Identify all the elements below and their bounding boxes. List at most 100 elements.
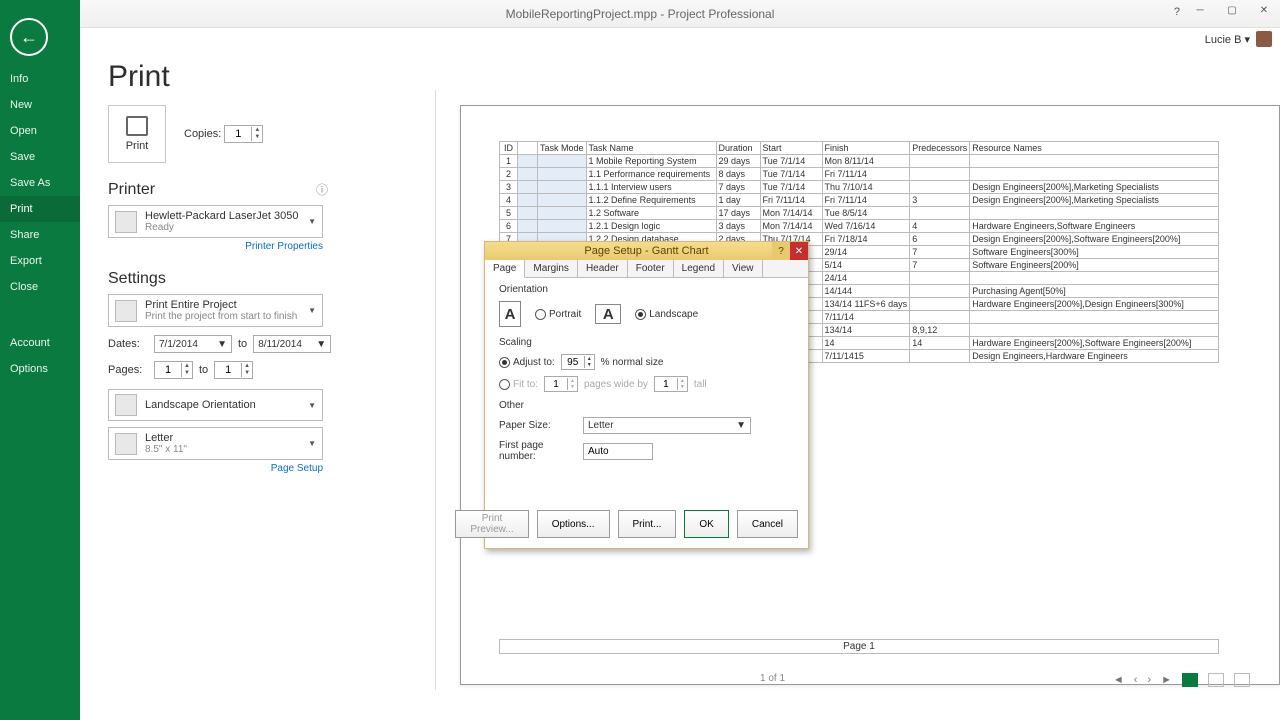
close-button[interactable]: ✕ — [1248, 0, 1280, 20]
page-count: 1 of 1 — [760, 673, 785, 684]
scope-sub: Print the project from start to finish — [145, 311, 300, 322]
next-page-icon[interactable]: › — [1147, 674, 1151, 686]
orientation-dropdown[interactable]: Landscape Orientation ▼ — [108, 389, 323, 421]
dialog-title: Page Setup - Gantt Chart — [584, 245, 708, 257]
chevron-down-icon: ▼ — [308, 306, 316, 315]
sidebar-item-close[interactable]: Close — [0, 274, 80, 300]
adjust-value-spinner[interactable]: ▲▼ — [561, 354, 595, 370]
maximize-button[interactable]: ▢ — [1216, 0, 1248, 20]
date-to[interactable]: 8/11/2014▼ — [253, 335, 331, 353]
sidebar-item-options[interactable]: Options — [0, 356, 80, 382]
print-button[interactable]: Print — [108, 105, 166, 163]
scaling-heading: Scaling — [499, 337, 794, 348]
sidebar-item-new[interactable]: New — [0, 92, 80, 118]
page-setup-dialog: Page Setup - Gantt Chart ? ✕ Page Margin… — [484, 241, 809, 549]
printer-dropdown[interactable]: Hewlett-Packard LaserJet 3050 Ready ▼ — [108, 205, 323, 238]
first-page-input[interactable] — [583, 443, 653, 460]
dates-row: Dates: 7/1/2014▼ to 8/11/2014▼ — [108, 335, 408, 353]
last-page-icon[interactable]: ► — [1161, 674, 1172, 686]
chevron-down-icon: ▼ — [308, 439, 316, 448]
help-icon[interactable]: ? — [1174, 6, 1180, 18]
cancel-button[interactable]: Cancel — [737, 510, 798, 538]
fit-wide-spinner[interactable]: ▲▼ — [544, 376, 578, 392]
normal-size-label: % normal size — [601, 357, 664, 368]
tab-page[interactable]: Page — [485, 260, 525, 278]
adjust-to-radio[interactable]: Adjust to: — [499, 357, 555, 368]
options-button[interactable]: Options... — [537, 510, 610, 538]
sidebar-item-export[interactable]: Export — [0, 248, 80, 274]
vertical-separator — [435, 90, 436, 690]
gear-icon[interactable]: ⓘ — [316, 181, 328, 198]
to-label: to — [238, 338, 247, 350]
pages-row: Pages: ▲▼ to ▲▼ — [108, 361, 408, 379]
printer-status: Ready — [145, 222, 300, 233]
tab-view[interactable]: View — [724, 260, 763, 277]
user-row: Lucie B ▾ — [0, 28, 1280, 50]
paper-size-label: Paper Size: — [499, 420, 575, 431]
sidebar-item-account[interactable]: Account — [0, 330, 80, 356]
portrait-radio[interactable]: Portrait — [535, 309, 581, 320]
print-scope-dropdown[interactable]: Print Entire Project Print the project f… — [108, 294, 323, 327]
zoom-multi-icon[interactable] — [1234, 673, 1250, 687]
sidebar-item-share[interactable]: Share — [0, 222, 80, 248]
printer-heading: Printerⓘ — [108, 181, 408, 199]
fit-to-radio[interactable]: Fit to: — [499, 379, 538, 390]
fit-wide-label: pages wide by — [584, 379, 648, 390]
paper-icon — [115, 433, 137, 455]
paper-size-select[interactable]: Letter▼ — [583, 417, 751, 434]
back-button[interactable]: ← — [10, 18, 48, 56]
first-page-icon[interactable]: ◄ — [1113, 674, 1124, 686]
page-title: Print — [108, 60, 1280, 94]
settings-heading: Settings — [108, 270, 408, 288]
printer-properties-link[interactable]: Printer Properties — [108, 241, 323, 252]
avatar[interactable] — [1256, 31, 1272, 47]
backstage-sidebar: ← Info New Open Save Save As Print Share… — [0, 0, 80, 720]
other-heading: Other — [499, 400, 794, 411]
landscape-radio[interactable]: Landscape — [635, 309, 698, 320]
paper-dropdown[interactable]: Letter 8.5" x 11" ▼ — [108, 427, 323, 460]
sidebar-item-saveas[interactable]: Save As — [0, 170, 80, 196]
fit-tall-spinner[interactable]: ▲▼ — [654, 376, 688, 392]
sidebar-item-save[interactable]: Save — [0, 144, 80, 170]
page-from-spinner[interactable]: ▲▼ — [154, 361, 193, 379]
tab-footer[interactable]: Footer — [628, 260, 674, 277]
orientation-icon — [115, 394, 137, 416]
landscape-icon: A — [595, 304, 621, 324]
chevron-down-icon: ▼ — [308, 217, 316, 226]
user-name[interactable]: Lucie B ▾ — [1205, 33, 1250, 46]
tab-margins[interactable]: Margins — [525, 260, 578, 277]
page-to-spinner[interactable]: ▲▼ — [214, 361, 253, 379]
dialog-print-button[interactable]: Print... — [618, 510, 677, 538]
zoom-page-icon[interactable] — [1208, 673, 1224, 687]
sidebar-item-open[interactable]: Open — [0, 118, 80, 144]
dialog-tabs: Page Margins Header Footer Legend View — [485, 260, 808, 278]
first-page-label: First page number: — [499, 440, 575, 462]
orientation-heading: Orientation — [499, 284, 794, 295]
print-settings-pane: Print Copies: ▲▼ Printerⓘ Hewlett-Packar… — [108, 105, 408, 474]
scope-icon — [115, 300, 137, 322]
tab-header[interactable]: Header — [578, 260, 628, 277]
tab-legend[interactable]: Legend — [674, 260, 724, 277]
orientation-text: Landscape Orientation — [145, 399, 300, 411]
sidebar-item-info[interactable]: Info — [0, 66, 80, 92]
print-preview-button[interactable]: Print Preview... — [455, 510, 528, 538]
dialog-close-button[interactable]: ✕ — [790, 242, 808, 260]
minimize-button[interactable]: ─ — [1184, 0, 1216, 20]
copies-spinner[interactable]: ▲▼ — [224, 125, 263, 143]
zoom-fit-icon[interactable] — [1182, 673, 1198, 687]
copies-input[interactable] — [225, 126, 251, 142]
chevron-down-icon: ▼ — [308, 401, 316, 410]
copies-label: Copies: — [184, 128, 221, 140]
dates-label: Dates: — [108, 338, 148, 350]
ok-button[interactable]: OK — [684, 510, 728, 538]
print-button-label: Print — [126, 140, 149, 152]
preview-page-footer: Page 1 — [499, 639, 1219, 654]
dialog-help-button[interactable]: ? — [772, 242, 790, 260]
sidebar-item-print[interactable]: Print — [0, 196, 80, 222]
fit-tall-label: tall — [694, 379, 707, 390]
prev-page-icon[interactable]: ‹ — [1134, 674, 1138, 686]
printer-dd-icon — [115, 211, 137, 233]
page-setup-link[interactable]: Page Setup — [108, 463, 323, 474]
date-from[interactable]: 7/1/2014▼ — [154, 335, 232, 353]
page-to-label: to — [199, 364, 208, 376]
